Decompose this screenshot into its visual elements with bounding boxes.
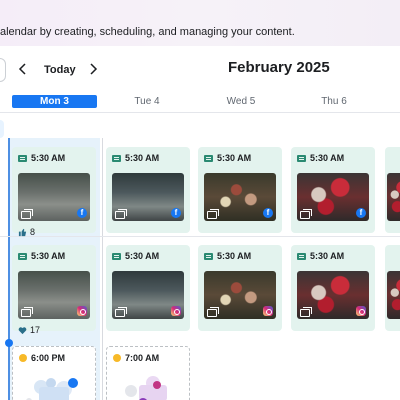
today-button[interactable]: Today	[38, 60, 82, 80]
calendar-header: Today February 2025	[0, 54, 400, 86]
instagram-icon	[171, 306, 181, 316]
month-title: February 2025	[228, 59, 330, 76]
thumbs-up-icon	[18, 228, 27, 236]
post-time: 5:30 AM	[310, 251, 345, 261]
post-thumbnail	[387, 173, 400, 221]
day-header-thu[interactable]: Thu 6	[293, 95, 375, 108]
post-icon	[18, 252, 27, 260]
post-icon	[18, 154, 27, 162]
view-selector-stub[interactable]	[0, 58, 6, 82]
idea-icon	[113, 354, 121, 362]
post-card[interactable]: 5:30 AM f 8	[12, 147, 96, 237]
facebook-icon: f	[263, 208, 273, 218]
post-card[interactable]: 5:30 AM	[198, 245, 282, 331]
post-thumbnail	[112, 271, 184, 319]
current-time-dot	[5, 339, 13, 347]
chevron-left-icon	[18, 63, 26, 75]
column-divider	[102, 138, 103, 400]
post-time: 5:30 AM	[125, 153, 160, 163]
post-icon	[204, 252, 213, 260]
header-divider	[0, 112, 400, 113]
day-header-mon[interactable]: Mon 3	[12, 95, 97, 108]
post-thumbnail	[204, 271, 276, 319]
post-card[interactable]: 5:30 AM f	[198, 147, 282, 233]
post-time: 6:00 PM	[31, 353, 66, 363]
post-thumbnail: f	[297, 173, 369, 221]
planned-post-card[interactable]: 7:00 AM	[106, 346, 190, 400]
idea-icon	[19, 354, 27, 362]
facebook-icon: f	[77, 208, 87, 218]
post-time: 5:30 AM	[217, 251, 252, 261]
post-metric: 17	[18, 325, 40, 335]
planned-post-card[interactable]: 6:00 PM	[12, 346, 96, 400]
post-card-partial[interactable]	[385, 147, 400, 233]
multi-photo-icon	[115, 209, 127, 219]
post-card[interactable]: 5:30 AM	[291, 245, 375, 331]
next-week-button[interactable]	[84, 60, 102, 78]
post-illustration	[125, 376, 167, 400]
post-thumbnail: f	[204, 173, 276, 221]
post-time: 5:30 AM	[217, 153, 252, 163]
post-metric: 8	[18, 227, 35, 237]
post-time: 5:30 AM	[125, 251, 160, 261]
previous-week-button[interactable]	[14, 60, 32, 78]
multi-photo-icon	[300, 307, 312, 317]
instagram-icon	[356, 306, 366, 316]
current-time-line	[8, 138, 10, 400]
post-time: 5:30 AM	[310, 153, 345, 163]
multi-photo-icon	[207, 209, 219, 219]
day-headers: Mon 3 Tue 4 Wed 5 Thu 6	[0, 92, 400, 110]
post-card-partial[interactable]	[385, 245, 400, 331]
instagram-icon	[263, 306, 273, 316]
post-thumbnail: f	[18, 173, 90, 221]
time-slot-divider	[0, 236, 400, 237]
multi-photo-icon	[115, 307, 127, 317]
multi-photo-icon	[207, 307, 219, 317]
post-card[interactable]: 5:30 AM	[106, 245, 190, 331]
post-card[interactable]: 5:30 AM f	[291, 147, 375, 233]
intro-text: alendar by creating, scheduling, and man…	[0, 26, 295, 38]
post-card[interactable]: 5:30 AM f	[106, 147, 190, 233]
post-icon	[297, 252, 306, 260]
post-card[interactable]: 5:30 AM 17	[12, 245, 96, 335]
day-header-tue[interactable]: Tue 4	[106, 95, 188, 108]
post-thumbnail	[297, 271, 369, 319]
post-time: 5:30 AM	[31, 153, 66, 163]
multi-photo-icon	[21, 307, 33, 317]
post-illustration	[26, 378, 78, 400]
post-thumbnail	[387, 271, 400, 319]
all-day-row-stub	[0, 120, 4, 138]
top-banner	[0, 0, 400, 46]
heart-icon	[18, 326, 27, 334]
post-icon	[297, 154, 306, 162]
facebook-icon: f	[356, 208, 366, 218]
multi-photo-icon	[21, 209, 33, 219]
multi-photo-icon	[300, 209, 312, 219]
instagram-icon	[77, 306, 87, 316]
post-icon	[112, 252, 121, 260]
chevron-right-icon	[90, 63, 98, 75]
post-time: 5:30 AM	[31, 251, 66, 261]
post-thumbnail	[18, 271, 90, 319]
post-thumbnail: f	[112, 173, 184, 221]
post-icon	[112, 154, 121, 162]
post-icon	[204, 154, 213, 162]
post-time: 7:00 AM	[125, 353, 160, 363]
day-header-wed[interactable]: Wed 5	[200, 95, 282, 108]
facebook-icon: f	[171, 208, 181, 218]
